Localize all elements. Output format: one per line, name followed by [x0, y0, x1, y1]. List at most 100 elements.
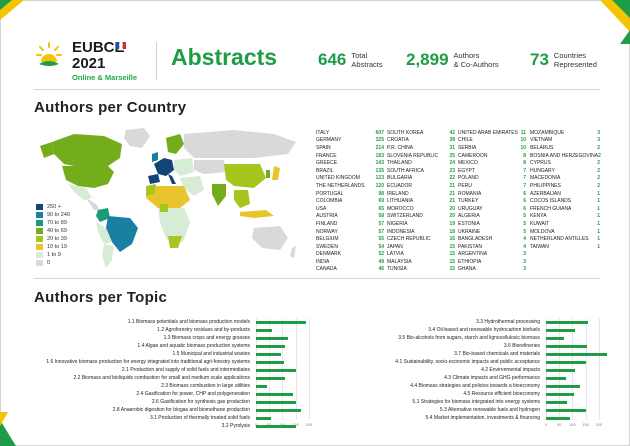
topic-row: 3.3 Hydrothermal processing [330, 318, 540, 326]
country-row: TAIWAN 1 [530, 243, 600, 251]
country-row: UNITED KINGDOM 123 [316, 175, 384, 183]
topic-row: 1.4 Algae and aquatic biomass production… [40, 342, 250, 350]
topic-row: 3.5 Bio-alcohols from sugars, starch and… [330, 334, 540, 342]
topic-label: 3.4 Oil-based and renewable hydrocarbon … [428, 327, 540, 333]
country-count: 69 [378, 198, 384, 205]
country-count: 16 [449, 236, 455, 243]
country-column-3: UNITED ARAB EMIRATES 11 CHILE 10 SERBIA 10 CAM… [458, 129, 526, 273]
topic-label: 4.4 Biomass strategies and policies towa… [410, 383, 540, 389]
country-row: BOSNIA AND HERZEGOVINA 2 [530, 152, 601, 160]
country-name: MOZAMBIQUE [530, 129, 565, 136]
topic-label: 2.8 Anaerobic digestion for biogas and b… [112, 407, 250, 413]
topic-bar [546, 336, 565, 340]
legend-item: 1 to 9 [36, 251, 70, 259]
header-divider [156, 42, 157, 80]
country-count: 10 [520, 137, 526, 144]
country-count: 6 [523, 190, 526, 197]
country-name: PHILIPPINES [530, 182, 561, 189]
country-name: BOSNIA AND HERZEGOVINA [530, 152, 599, 159]
country-count: 2 [597, 144, 600, 151]
country-count: 11 [520, 129, 526, 136]
topic-row: 2.8 Anaerobic digestion for biogas and b… [40, 406, 250, 414]
topic-label: 2.1 Production and supply of solid fuels… [121, 367, 250, 373]
topic-bar [256, 328, 273, 332]
topic-label: 3.5 Bio-alcohols from sugars, starch and… [398, 335, 540, 341]
country-row: TURKEY 6 [458, 197, 526, 205]
country-count: 1 [597, 190, 600, 197]
country-row: MACEDONIA 2 [530, 175, 600, 183]
country-row: CYPRUS 2 [530, 159, 600, 167]
country-name: KUWAIT [530, 220, 550, 227]
divider [34, 278, 600, 279]
country-count: 1 [597, 228, 600, 235]
country-name: KENYA [530, 213, 547, 220]
country-row: THE NETHERLANDS 120 [316, 182, 384, 190]
country-row: CHILE 10 [458, 137, 526, 145]
country-row: UKRAINE 5 [458, 228, 526, 236]
axis-tick-label: 100 [569, 422, 576, 427]
topic-label: 3.1 Production of thermally treated soli… [149, 415, 250, 421]
topic-bar [256, 400, 296, 404]
country-row: THAILAND 24 [387, 159, 455, 167]
topic-bar [256, 352, 282, 356]
country-name: IRELAND [387, 190, 409, 197]
country-column-4: MOZAMBIQUE 3 VIETNAM 3 BELARUS 2 BOSNIA AND HE… [530, 129, 601, 251]
country-name: FRENCH GUIANA [530, 205, 572, 212]
country-count: 15 [449, 243, 455, 250]
country-row: SPAIN 214 [316, 144, 384, 152]
country-row: COCOS ISLANDS 1 [530, 197, 600, 205]
country-name: INDIA [316, 258, 330, 265]
country-row: CROATIA 38 [387, 137, 455, 145]
country-name: SWEDEN [316, 243, 338, 250]
stat-value: 73 [530, 50, 549, 69]
topic-row: 2.6 Gasification for synthesis gas produ… [40, 398, 250, 406]
country-name: JAPAN [387, 243, 403, 250]
divider [34, 89, 600, 90]
country-row: ECUADOR 21 [387, 182, 455, 190]
country-row: IRELAND 21 [387, 190, 455, 198]
country-row: GREECE 143 [316, 159, 384, 167]
country-count: 54 [378, 243, 384, 250]
topic-bar [546, 416, 570, 420]
country-name: GERMANY [316, 137, 342, 144]
topic-bar [256, 336, 288, 340]
country-row: ALGERIA 5 [458, 213, 526, 221]
topic-label: 5.1 Strategies for biomass integrated in… [412, 399, 540, 405]
country-count: 5 [523, 213, 526, 220]
topic-label: 4.3 Climate impacts and GHG performance [444, 375, 540, 381]
country-row: BANGLADESH 4 [458, 235, 526, 243]
topic-row: 2.3 Biomass combustion in large utilitie… [40, 382, 250, 390]
country-name: SERBIA [458, 144, 477, 151]
country-count: 65 [378, 205, 384, 212]
country-name: MACEDONIA [530, 175, 561, 182]
topic-bars-left: 050100150200 [255, 318, 322, 428]
country-row: GERMANY 325 [316, 137, 384, 145]
country-name: BANGLADESH [458, 236, 493, 243]
country-name: MOROCCO [387, 205, 414, 212]
country-name: URUGUAY [458, 205, 483, 212]
country-name: GREECE [316, 160, 338, 167]
country-count: 31 [449, 144, 455, 151]
country-row: NETHERLAND ANTILLES 1 [530, 235, 600, 243]
topic-labels-right: 3.3 Hydrothermal processing 3.4 Oil-based… [330, 318, 540, 422]
country-count: 42 [449, 129, 455, 136]
country-count: 1 [597, 220, 600, 227]
country-row: KUWAIT 1 [530, 220, 600, 228]
country-count: 21 [449, 198, 455, 205]
country-name: BULGARIA [387, 175, 413, 182]
country-row: KENYA 1 [530, 213, 600, 221]
topic-row: 2.1 Production and supply of solid fuels… [40, 366, 250, 374]
country-count: 183 [375, 152, 384, 159]
corner-decoration-top-right [600, 0, 630, 44]
topic-label: 1.3 Biomass crops and energy grasses [163, 335, 250, 341]
topic-label: 1.6 Innovative biomass production for en… [46, 359, 250, 365]
country-name: PORTUGAL [316, 190, 344, 197]
country-count: 120 [375, 182, 384, 189]
stat-countries: 73 Countries Represented [530, 50, 597, 70]
topic-label: 2.3 Biomass combustion in large utilitie… [161, 383, 250, 389]
country-row: VIETNAM 3 [530, 137, 600, 145]
country-name: AZERBAIJAN [530, 190, 561, 197]
country-name: COCOS ISLANDS [530, 198, 572, 205]
country-row: DENMARK 52 [316, 251, 384, 259]
axis-tick-label: 50 [556, 422, 562, 427]
